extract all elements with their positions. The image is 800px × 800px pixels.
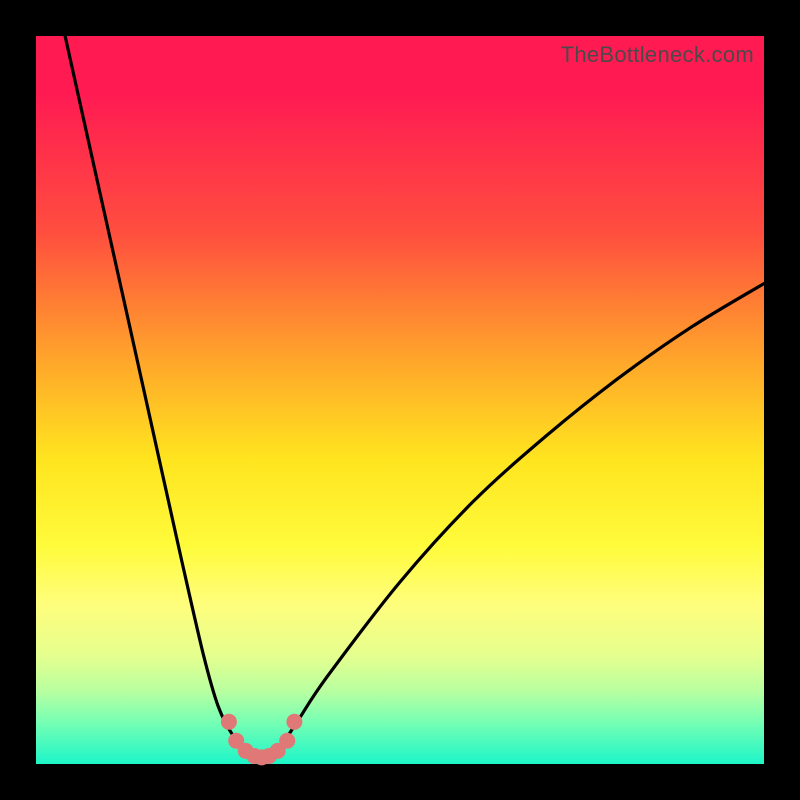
marker-dot bbox=[279, 733, 295, 749]
curve-path bbox=[65, 36, 764, 757]
chart-frame: TheBottleneck.com bbox=[0, 0, 800, 800]
bottleneck-curve bbox=[36, 36, 764, 764]
marker-dot bbox=[286, 714, 302, 730]
plot-area: TheBottleneck.com bbox=[36, 36, 764, 764]
marker-dot bbox=[221, 714, 237, 730]
marker-group bbox=[221, 714, 303, 766]
